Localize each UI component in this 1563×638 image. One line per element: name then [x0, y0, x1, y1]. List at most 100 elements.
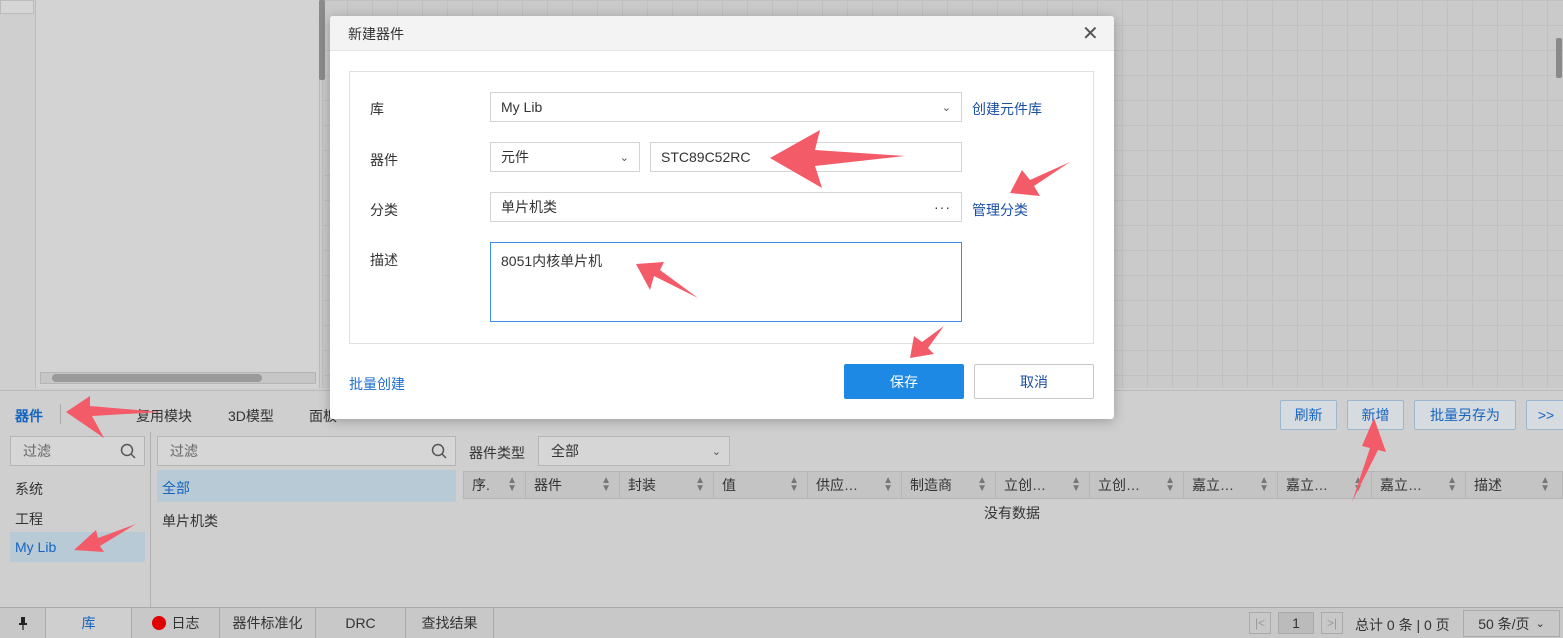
last-page-icon[interactable]: >|	[1321, 612, 1343, 634]
library-filter-placeholder: 过滤	[23, 443, 51, 459]
device-type-value: 全部	[551, 443, 579, 459]
library-item-mylib[interactable]: My Lib	[15, 539, 56, 555]
description-textarea[interactable]: 8051内核单片机	[490, 242, 962, 322]
category-item-all[interactable]: 全部	[162, 478, 190, 498]
sort-icon[interactable]: ▲ ▼	[1071, 476, 1081, 494]
library-item-system[interactable]: 系统	[15, 479, 43, 499]
category-input[interactable]: 单片机类 ···	[490, 192, 962, 222]
page-number-input[interactable]: 1	[1278, 612, 1314, 634]
category-filter-input[interactable]: 过滤	[157, 436, 456, 466]
sort-icon[interactable]: ▲ ▼	[695, 476, 705, 494]
column-header[interactable]: 嘉立… ▲ ▼	[1372, 472, 1466, 498]
device-name-input[interactable]: STC89C52RC	[650, 142, 962, 172]
library-select[interactable]: My Lib ⌄	[490, 92, 962, 122]
scrollbar-thumb[interactable]	[52, 374, 262, 382]
device-type-label: 器件类型	[469, 445, 525, 461]
left-pane-handle[interactable]	[0, 0, 34, 14]
column-header[interactable]: 序. ▲ ▼	[464, 472, 526, 498]
column-label: 立创…	[1098, 477, 1140, 493]
panel-splitter-left[interactable]	[319, 0, 325, 80]
search-icon	[120, 443, 136, 459]
column-header[interactable]: 描述 ▲ ▼	[1466, 472, 1558, 498]
more-button[interactable]: >>	[1526, 400, 1563, 430]
category-filter-placeholder: 过滤	[170, 443, 198, 459]
dialog-header	[330, 16, 1114, 51]
manage-category-link[interactable]: 管理分类	[972, 200, 1028, 220]
status-tab-log-label: 日志	[171, 615, 200, 631]
column-label: 封装	[628, 477, 656, 493]
category-item-all-selected[interactable]	[157, 470, 456, 502]
sort-icon[interactable]: ▲ ▼	[601, 476, 611, 494]
column-label: 立创…	[1004, 477, 1046, 493]
category-value: 单片机类	[501, 199, 557, 215]
sort-icon[interactable]: ▲ ▼	[1353, 476, 1363, 494]
empty-table-text: 没有数据	[984, 505, 1040, 521]
sort-icon[interactable]: ▲ ▼	[977, 476, 987, 494]
sort-icon[interactable]: ▲ ▼	[507, 476, 517, 494]
create-library-link[interactable]: 创建元件库	[972, 99, 1042, 119]
status-tab-find-results[interactable]: 查找结果	[406, 608, 494, 638]
column-header[interactable]: 值 ▲ ▼	[714, 472, 808, 498]
sort-icon[interactable]: ▲ ▼	[883, 476, 893, 494]
column-label: 值	[722, 477, 736, 493]
save-button[interactable]: 保存	[844, 364, 964, 399]
tree-pane	[36, 0, 320, 388]
close-icon[interactable]: ✕	[1082, 21, 1099, 46]
status-tab-library[interactable]: 库	[46, 608, 132, 638]
first-page-icon[interactable]: |<	[1249, 612, 1271, 634]
column-header[interactable]: 封装 ▲ ▼	[620, 472, 714, 498]
chevron-down-icon: ⌄	[941, 101, 951, 114]
page-size-select[interactable]: 50 条/页 ⌄	[1463, 610, 1560, 637]
column-divider	[150, 432, 151, 607]
sort-icon[interactable]: ▲ ▼	[1165, 476, 1175, 494]
refresh-button[interactable]: 刷新	[1280, 400, 1337, 430]
error-status-icon	[151, 616, 166, 630]
column-header[interactable]: 嘉立… ▲ ▼	[1184, 472, 1278, 498]
library-select-value: My Lib	[501, 99, 543, 115]
sort-icon[interactable]: ▲ ▼	[789, 476, 799, 494]
chevron-down-icon: ⌄	[619, 151, 629, 164]
status-tab-log[interactable]: 日志	[132, 608, 220, 638]
add-button[interactable]: 新增	[1347, 400, 1404, 430]
column-label: 供应…	[816, 477, 858, 493]
device-type-dropdown[interactable]: 元件 ⌄	[490, 142, 640, 172]
dialog-title: 新建器件	[348, 26, 404, 42]
column-label: 器件	[534, 477, 562, 493]
column-label: 嘉立…	[1286, 477, 1328, 493]
batch-create-link[interactable]: 批量创建	[349, 374, 405, 394]
chevron-down-icon: ⌄	[711, 445, 721, 458]
column-label: 制造商	[910, 477, 952, 493]
batch-save-as-button[interactable]: 批量另存为	[1414, 400, 1516, 430]
tab-devices[interactable]: 器件	[15, 406, 43, 426]
column-header[interactable]: 器件 ▲ ▼	[526, 472, 620, 498]
column-header[interactable]: 嘉立… ▲ ▼	[1278, 472, 1372, 498]
tab-reuse-modules[interactable]: 复用模块	[136, 406, 192, 426]
search-icon	[431, 443, 447, 459]
sort-icon[interactable]: ▲ ▼	[1540, 476, 1550, 494]
sort-icon[interactable]: ▲ ▼	[1447, 476, 1457, 494]
cancel-button[interactable]: 取消	[974, 364, 1094, 399]
sort-icon[interactable]: ▲ ▼	[1259, 476, 1269, 494]
category-label: 分类	[370, 202, 398, 218]
column-label: 嘉立…	[1192, 477, 1234, 493]
column-header[interactable]: 制造商 ▲ ▼	[902, 472, 996, 498]
tab-3d-models[interactable]: 3D模型	[228, 406, 274, 426]
column-label: 序.	[472, 477, 490, 493]
column-label: 嘉立…	[1380, 477, 1422, 493]
device-type-select[interactable]: 全部 ⌄	[538, 436, 730, 466]
panel-splitter-right[interactable]	[1556, 38, 1562, 78]
status-tab-device-standardization[interactable]: 器件标准化	[220, 608, 316, 638]
library-label: 库	[370, 101, 384, 117]
library-filter-input[interactable]: 过滤	[10, 436, 145, 466]
column-header[interactable]: 立创… ▲ ▼	[1090, 472, 1184, 498]
page-size-value: 50 条/页	[1478, 615, 1530, 632]
description-label: 描述	[370, 252, 398, 268]
library-item-project[interactable]: 工程	[15, 509, 43, 529]
pin-icon[interactable]	[0, 608, 46, 638]
category-item-mcu[interactable]: 单片机类	[162, 511, 218, 531]
more-icon[interactable]: ···	[934, 199, 951, 215]
status-tab-drc[interactable]: DRC	[316, 608, 406, 638]
column-label: 描述	[1474, 477, 1502, 493]
column-header[interactable]: 供应… ▲ ▼	[808, 472, 902, 498]
column-header[interactable]: 立创… ▲ ▼	[996, 472, 1090, 498]
